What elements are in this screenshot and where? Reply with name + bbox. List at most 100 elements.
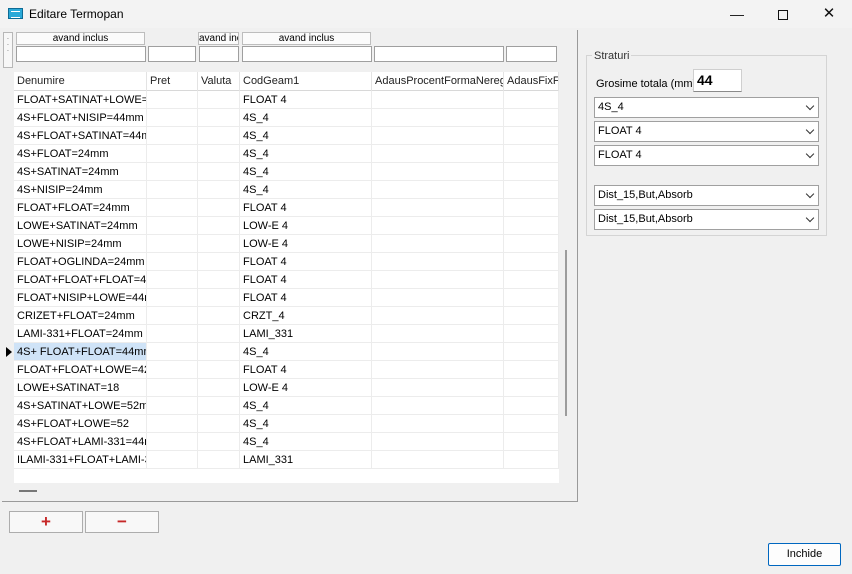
column-header-valuta[interactable]: Valuta: [198, 72, 240, 91]
table-cell[interactable]: [372, 271, 504, 289]
table-cell[interactable]: [504, 415, 559, 433]
table-cell[interactable]: CRIZET+FLOAT=24mm: [14, 307, 147, 325]
table-cell[interactable]: [198, 235, 240, 253]
table-cell[interactable]: [504, 199, 559, 217]
table-cell[interactable]: [198, 91, 240, 109]
table-cell[interactable]: 4S_4: [240, 145, 372, 163]
table-cell[interactable]: [198, 397, 240, 415]
grid-vertical-scrollbar[interactable]: [565, 250, 567, 416]
table-row[interactable]: 4S+ FLOAT+FLOAT=44mm 4S_4: [14, 343, 559, 361]
table-cell[interactable]: [504, 361, 559, 379]
layer-combo-1[interactable]: 4S_4: [594, 97, 819, 118]
table-row[interactable]: 4S+FLOAT+SATINAT=44m 4S_4: [14, 127, 559, 145]
table-cell[interactable]: [147, 199, 198, 217]
filter-button-codgeam[interactable]: avand inclus: [242, 32, 371, 45]
table-cell[interactable]: 4S_4: [240, 343, 372, 361]
table-cell[interactable]: FLOAT+FLOAT+FLOAT=44: [14, 271, 147, 289]
table-cell[interactable]: [198, 325, 240, 343]
column-header-adaus-fix[interactable]: AdausFixF: [504, 72, 559, 91]
filter-input-adaus-fix[interactable]: [506, 46, 557, 62]
table-cell[interactable]: LOWE+SATINAT=24mm: [14, 217, 147, 235]
table-cell[interactable]: [372, 127, 504, 145]
table-cell[interactable]: [504, 217, 559, 235]
table-cell[interactable]: [504, 145, 559, 163]
table-cell[interactable]: FLOAT 4: [240, 253, 372, 271]
table-cell[interactable]: [372, 343, 504, 361]
table-cell[interactable]: LOW-E 4: [240, 217, 372, 235]
table-cell[interactable]: [372, 325, 504, 343]
table-cell[interactable]: [147, 325, 198, 343]
table-cell[interactable]: [504, 235, 559, 253]
table-cell[interactable]: [504, 109, 559, 127]
table-cell[interactable]: [147, 433, 198, 451]
table-cell[interactable]: [147, 307, 198, 325]
table-cell[interactable]: 4S_4: [240, 127, 372, 145]
table-cell[interactable]: [198, 217, 240, 235]
table-cell[interactable]: [147, 235, 198, 253]
table-row[interactable]: FLOAT+FLOAT=24mm FLOAT 4: [14, 199, 559, 217]
filter-input-adaus-procent[interactable]: [374, 46, 504, 62]
table-cell[interactable]: [198, 271, 240, 289]
table-row[interactable]: LOWE+NISIP=24mm LOW-E 4: [14, 235, 559, 253]
table-row[interactable]: FLOAT+FLOAT+FLOAT=44 FLOAT 4: [14, 271, 559, 289]
column-header-codgeam1[interactable]: CodGeam1: [240, 72, 372, 91]
table-cell[interactable]: CRZT_4: [240, 307, 372, 325]
table-cell[interactable]: [147, 361, 198, 379]
table-cell[interactable]: [504, 451, 559, 469]
table-cell[interactable]: 4S+SATINAT=24mm: [14, 163, 147, 181]
table-cell[interactable]: [147, 271, 198, 289]
column-header-adaus-procent[interactable]: AdausProcentFormaNereg: [372, 72, 504, 91]
table-cell[interactable]: [504, 289, 559, 307]
table-cell[interactable]: [147, 163, 198, 181]
minimize-button[interactable]: —: [714, 0, 760, 28]
spacer-combo-2[interactable]: Dist_15,But,Absorb: [594, 209, 819, 230]
table-cell[interactable]: 4S_4: [240, 163, 372, 181]
table-cell[interactable]: LOW-E 4: [240, 379, 372, 397]
table-cell[interactable]: [147, 217, 198, 235]
table-row[interactable]: FLOAT+FLOAT+LOWE=42 FLOAT 4: [14, 361, 559, 379]
table-cell[interactable]: [372, 289, 504, 307]
table-cell[interactable]: LAMI-331+FLOAT=24mm: [14, 325, 147, 343]
add-button[interactable]: +: [9, 511, 83, 533]
table-row[interactable]: LOWE+SATINAT=24mm LOW-E 4: [14, 217, 559, 235]
table-cell[interactable]: [198, 343, 240, 361]
table-row[interactable]: LOWE+SATINAT=18 LOW-E 4: [14, 379, 559, 397]
layer-combo-3[interactable]: FLOAT 4: [594, 145, 819, 166]
table-cell[interactable]: [504, 271, 559, 289]
table-cell[interactable]: [372, 415, 504, 433]
total-thickness-input[interactable]: 44: [693, 69, 742, 92]
table-cell[interactable]: [372, 361, 504, 379]
table-row[interactable]: 4S+SATINAT+LOWE=52m 4S_4: [14, 397, 559, 415]
table-cell[interactable]: ILAMI-331+FLOAT+LAMI-3: [14, 451, 147, 469]
table-cell[interactable]: [198, 307, 240, 325]
table-cell[interactable]: [504, 163, 559, 181]
table-cell[interactable]: 4S+FLOAT+SATINAT=44m: [14, 127, 147, 145]
table-cell[interactable]: [198, 253, 240, 271]
table-cell[interactable]: 4S+NISIP=24mm: [14, 181, 147, 199]
table-cell[interactable]: [504, 397, 559, 415]
filter-input-codgeam[interactable]: [242, 46, 372, 62]
table-cell[interactable]: [372, 163, 504, 181]
table-cell[interactable]: [504, 307, 559, 325]
table-cell[interactable]: [147, 397, 198, 415]
table-cell[interactable]: 4S_4: [240, 109, 372, 127]
table-cell[interactable]: LAMI_331: [240, 451, 372, 469]
close-button[interactable]: ✕: [806, 0, 852, 28]
table-cell[interactable]: [198, 379, 240, 397]
filter-input-denumire[interactable]: [16, 46, 146, 62]
table-cell[interactable]: [372, 433, 504, 451]
table-cell[interactable]: [504, 343, 559, 361]
table-cell[interactable]: FLOAT+FLOAT=24mm: [14, 199, 147, 217]
table-row[interactable]: 4S+FLOAT+LOWE=52 4S_4: [14, 415, 559, 433]
table-cell[interactable]: FLOAT 4: [240, 271, 372, 289]
table-cell[interactable]: [372, 451, 504, 469]
data-grid[interactable]: Denumire Pret Valuta CodGeam1 AdausProce…: [14, 72, 559, 483]
table-cell[interactable]: [147, 109, 198, 127]
layer-combo-2[interactable]: FLOAT 4: [594, 121, 819, 142]
table-cell[interactable]: [372, 109, 504, 127]
remove-button[interactable]: −: [85, 511, 159, 533]
filter-row-handle[interactable]: · · ·: [3, 32, 13, 68]
table-row[interactable]: FLOAT+OGLINDA=24mm FLOAT 4: [14, 253, 559, 271]
table-cell[interactable]: 4S+FLOAT=24mm: [14, 145, 147, 163]
table-cell[interactable]: [198, 289, 240, 307]
